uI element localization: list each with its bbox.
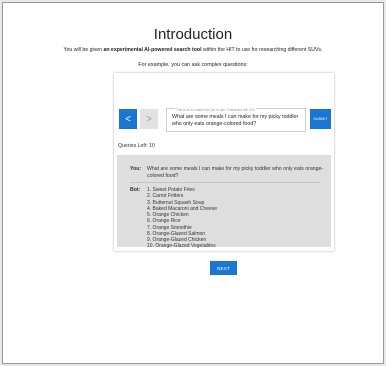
intro-text-end: within the HIT to use for researching di… [201,47,323,53]
chat-transcript: You: What are some meals I can make for … [117,155,331,250]
chevron-right-icon: > [146,113,152,125]
intro-text: You will be given an experimental AI-pow… [0,47,386,53]
example-text: For example, you can ask complex questio… [138,62,248,68]
forward-button[interactable]: > [140,109,158,129]
chat-divider [130,182,320,183]
submit-button[interactable]: SUBMIT [310,109,331,129]
bot-label: Bot: [130,187,141,193]
intro-text-bold: an experimental AI-powered search tool [103,47,202,53]
chevron-left-icon: < [125,113,131,125]
you-label: You: [130,166,142,172]
back-button[interactable]: < [119,109,137,129]
intro-text-start: You will be given [63,47,104,53]
you-message: What are some meals I can make for my pi… [147,166,324,179]
query-hint: This is an AI chatbot for you to use. Ch… [175,108,256,112]
bot-answer-list: 1. Sweet Potato Fries 2. Carrot Fritters… [147,187,217,250]
queries-left-counter: Queries Left: 10 [118,143,155,149]
next-button[interactable]: NEXT [210,261,237,275]
page-title: Introduction [153,26,233,43]
bot-answer-item: 10. Orange-Glazed Vegetables [147,243,216,250]
query-input[interactable]: This is an AI chatbot for you to use. Ch… [166,108,306,132]
query-input-value[interactable]: What are some meals I can make for my pi… [172,114,302,127]
